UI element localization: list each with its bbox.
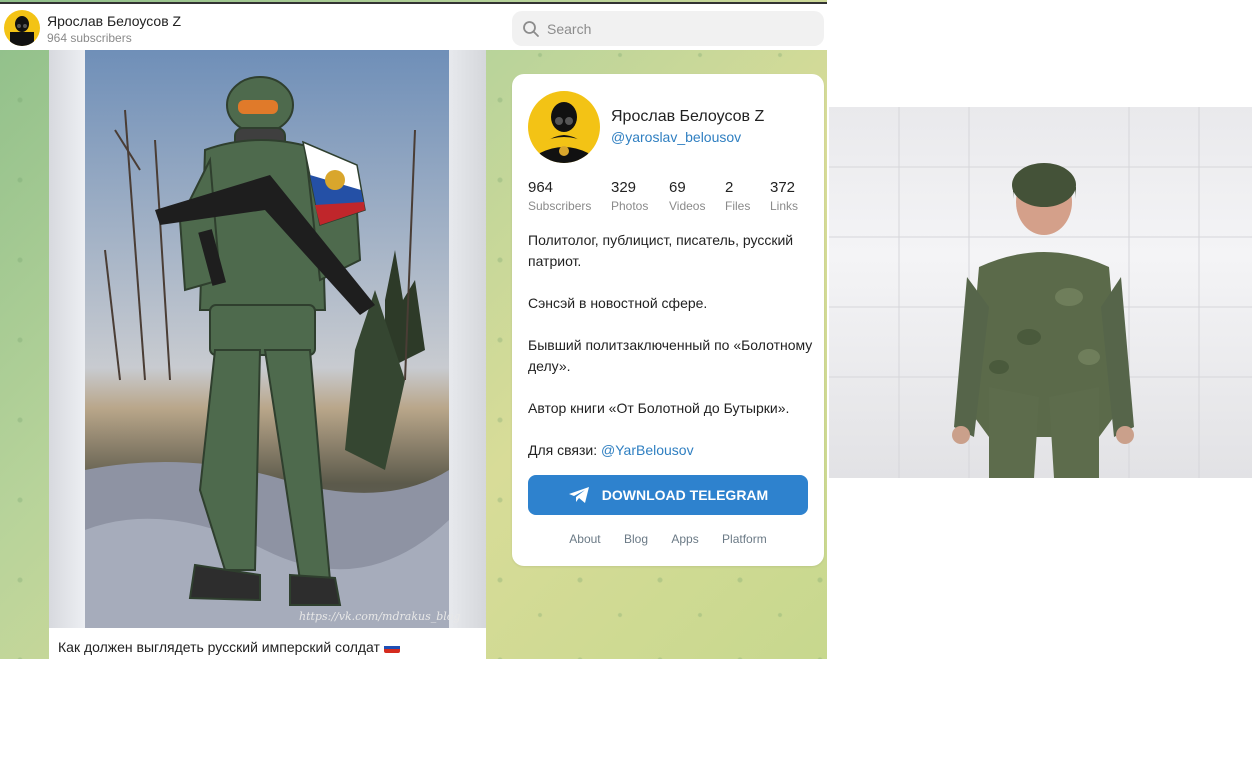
channel-title: Ярослав Белоусов Z	[47, 13, 182, 29]
channel-avatar-large	[528, 91, 600, 163]
channel-stats: 964 Subscribers 329 Photos 69 Videos 2 F…	[528, 179, 818, 215]
stat-photos[interactable]: 329 Photos	[611, 179, 648, 213]
telegram-plane-icon	[568, 487, 589, 503]
channel-avatar[interactable]	[4, 10, 40, 46]
stat-label: Photos	[611, 199, 649, 213]
description-paragraph: Автор книги «От Болотной до Бутырки».	[528, 400, 790, 416]
contact-prefix: Для связи:	[528, 442, 602, 458]
post-image[interactable]: https://vk.com/mdrakus_blog	[49, 50, 486, 628]
stat-files[interactable]: 2 Files	[725, 179, 750, 213]
channel-info-card: Ярослав Белоусов Z @yaroslav_belousov 96…	[512, 74, 824, 566]
description-paragraph: Сэнсэй в новостной сфере.	[528, 295, 708, 311]
contact-line: Для связи: @YarBelousov	[528, 440, 813, 461]
telegram-web-preview: Ярослав Белоусов Z 964 subscribers Searc…	[0, 0, 827, 659]
footer-links: About Blog Apps Platform	[512, 532, 824, 546]
description-paragraph: Политолог, публицист, писатель, русский …	[528, 232, 794, 269]
soldier-photo	[829, 107, 1252, 478]
stat-label: Files	[725, 199, 751, 213]
post-caption: Как должен выглядеть русский имперский с…	[58, 639, 400, 655]
description-paragraph: Бывший политзаключенный по «Болотному де…	[528, 337, 813, 374]
download-telegram-button[interactable]: DOWNLOAD TELEGRAM	[528, 475, 808, 515]
russian-flag-icon	[383, 642, 400, 653]
search-box[interactable]	[512, 11, 824, 46]
screenshot-root: Ярослав Белоусов Z 964 subscribers Searc…	[0, 0, 1257, 768]
image-watermark: https://vk.com/mdrakus_blog	[299, 610, 461, 623]
stat-videos[interactable]: 69 Videos	[669, 179, 705, 213]
stat-value: 964	[528, 179, 554, 196]
stat-value: 2	[725, 179, 734, 196]
channel-subscriber-count: 964 subscribers	[47, 31, 132, 45]
channel-post: https://vk.com/mdrakus_blog Как должен в…	[49, 50, 486, 659]
search-icon	[523, 21, 539, 37]
stat-value: 372	[770, 179, 796, 196]
stat-label: Subscribers	[528, 199, 592, 213]
footer-link-apps[interactable]: Apps	[671, 532, 698, 546]
channel-username-link[interactable]: @yaroslav_belousov	[611, 129, 741, 145]
stat-label: Links	[770, 199, 799, 213]
stat-links[interactable]: 372 Links	[770, 179, 798, 213]
stat-value: 69	[669, 179, 686, 196]
card-channel-title: Ярослав Белоусов Z	[611, 108, 765, 125]
footer-link-platform[interactable]: Platform	[722, 532, 767, 546]
soldier-illustration	[85, 50, 449, 628]
stat-value: 329	[611, 179, 637, 196]
download-telegram-label: DOWNLOAD TELEGRAM	[601, 487, 769, 503]
post-caption-text: Как должен выглядеть русский имперский с…	[58, 639, 380, 655]
contact-link[interactable]: @YarBelousov	[601, 442, 694, 458]
footer-link-blog[interactable]: Blog	[624, 532, 648, 546]
channel-header: Ярослав Белоусов Z 964 subscribers	[0, 2, 827, 50]
stat-label: Videos	[669, 199, 706, 213]
search-input[interactable]	[547, 11, 817, 46]
channel-description: Политолог, публицист, писатель, русский …	[528, 230, 813, 482]
footer-link-about[interactable]: About	[569, 532, 600, 546]
stat-subscribers: 964 Subscribers	[528, 179, 591, 213]
